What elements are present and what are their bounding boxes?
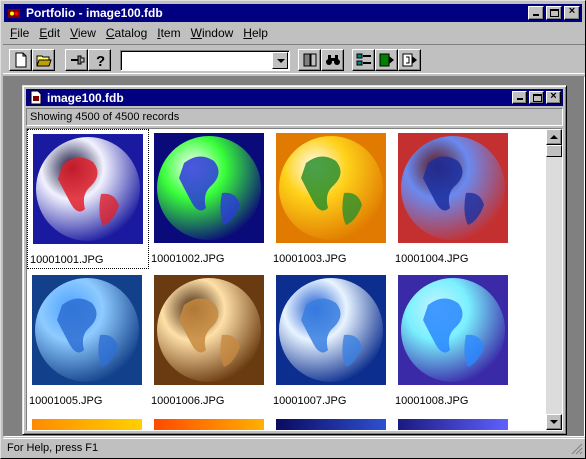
thumbnail-item[interactable]: 10001006.JPG (149, 271, 271, 411)
quick-find-combo[interactable] (120, 50, 290, 71)
catalog-title-bar[interactable]: image100.fdb × (26, 89, 563, 106)
scroll-up-button[interactable] (546, 129, 562, 145)
menu-view[interactable]: View (65, 24, 101, 42)
binoculars-button[interactable] (321, 49, 344, 71)
maximize-button[interactable] (546, 6, 562, 20)
thumbnail-caption: 10001006.JPG (151, 395, 225, 407)
app-title: Portfolio - image100.fdb (26, 6, 163, 20)
thumbnail-item[interactable]: 10001005.JPG (27, 271, 149, 411)
thumbnail-item[interactable]: 10001008.JPG (393, 271, 515, 411)
export-icon (402, 53, 417, 67)
globe-image (398, 133, 508, 243)
thumbnail-partial[interactable] (398, 419, 508, 430)
thumbnail-item[interactable]: 10001002.JPG (149, 129, 271, 269)
vertical-scrollbar[interactable] (546, 129, 562, 430)
find-icon (303, 53, 317, 67)
thumbnail-caption: 10001004.JPG (395, 253, 469, 265)
maximize-icon (533, 94, 542, 102)
arrow-down-icon (550, 420, 558, 424)
thumbnail-item[interactable]: 10001007.JPG (271, 271, 393, 411)
globe-image (276, 275, 386, 385)
close-icon: × (568, 5, 576, 17)
new-icon (15, 52, 27, 68)
thumbnail-item[interactable]: 10001001.JPG (27, 129, 149, 269)
minimize-button[interactable] (528, 6, 544, 20)
thumbnail-item[interactable]: 10001004.JPG (393, 129, 515, 269)
thumbnail-caption: 10001002.JPG (151, 253, 225, 265)
close-icon: × (550, 90, 557, 102)
thumbnail-caption: 10001003.JPG (273, 253, 347, 265)
globe-image (154, 275, 264, 385)
thumbnail-item[interactable]: 10001003.JPG (271, 129, 393, 269)
thumbnail-caption: 10001001.JPG (30, 254, 104, 266)
resize-grip-icon[interactable] (571, 443, 583, 455)
records-count-text: Showing 4500 of 4500 records (30, 111, 180, 123)
menu-bar: File Edit View Catalog Item Window Help (5, 24, 273, 42)
gallery-view-button[interactable] (352, 49, 375, 71)
portfolio-window: Portfolio - image100.fdb × File Edit View C… (0, 0, 586, 459)
help-button[interactable]: ? (88, 49, 111, 71)
pin-icon (71, 55, 85, 65)
globe-image (154, 133, 264, 243)
minimize-icon (517, 98, 523, 100)
toolbar: ? (3, 44, 585, 74)
menu-catalog[interactable]: Catalog (101, 24, 152, 42)
svg-text:?: ? (96, 53, 105, 68)
thumbnail-caption: 10001008.JPG (395, 395, 469, 407)
app-title-bar[interactable]: Portfolio - image100.fdb × (4, 4, 582, 22)
catalog-document-icon (30, 90, 42, 105)
maximize-icon (550, 9, 559, 17)
records-status: Showing 4500 of 4500 records (26, 108, 563, 126)
thumbnail-gallery: 10001008.JPG 10001007.JPG 10001006.JPG 1000… (26, 128, 563, 431)
scroll-thumb[interactable] (546, 145, 562, 157)
catalog-close-button[interactable]: × (546, 90, 561, 104)
export-button[interactable] (398, 49, 421, 71)
menu-help[interactable]: Help (238, 24, 273, 42)
portfolio-app-icon (8, 9, 20, 18)
catalog-title: image100.fdb (47, 91, 124, 105)
status-bar: For Help, press F1 (3, 438, 585, 457)
gallery-view-icon (356, 53, 371, 66)
catalog-minimize-button[interactable] (512, 91, 527, 104)
globe-image (398, 275, 508, 385)
menu-item[interactable]: Item (152, 24, 185, 42)
slideshow-icon (379, 53, 394, 67)
thumbnail-partial[interactable] (32, 419, 142, 430)
help-question-icon: ? (96, 53, 105, 68)
status-text: For Help, press F1 (7, 442, 99, 454)
catalog-window: image100.fdb × Showing 4500 of 4500 reco… (22, 85, 567, 435)
close-button[interactable]: × (564, 5, 580, 20)
arrow-up-icon (550, 135, 558, 139)
thumbnail-caption: 10001005.JPG (29, 395, 103, 407)
scroll-down-button[interactable] (546, 414, 562, 430)
globe-image (33, 134, 143, 244)
thumbnail-partial[interactable] (154, 419, 264, 430)
mdi-workspace: image100.fdb × Showing 4500 of 4500 reco… (3, 76, 585, 437)
globe-image (32, 275, 142, 385)
catalog-maximize-button[interactable] (529, 91, 544, 104)
pin-button[interactable] (65, 49, 88, 71)
minimize-icon (533, 14, 539, 16)
combo-dropdown-button[interactable] (272, 52, 288, 69)
thumbnail-caption: 10001007.JPG (273, 395, 347, 407)
new-button[interactable] (9, 49, 32, 71)
globe-image (276, 133, 386, 243)
chevron-down-icon (277, 59, 285, 63)
menu-window[interactable]: Window (186, 24, 239, 42)
menu-edit[interactable]: Edit (34, 24, 65, 42)
menu-file[interactable]: File (5, 24, 34, 42)
open-folder-icon (36, 55, 52, 67)
open-button[interactable] (32, 49, 55, 71)
thumbnail-partial[interactable] (276, 419, 386, 430)
slideshow-button[interactable] (375, 49, 398, 71)
find-button[interactable] (298, 49, 321, 71)
binoculars-icon (326, 55, 340, 65)
